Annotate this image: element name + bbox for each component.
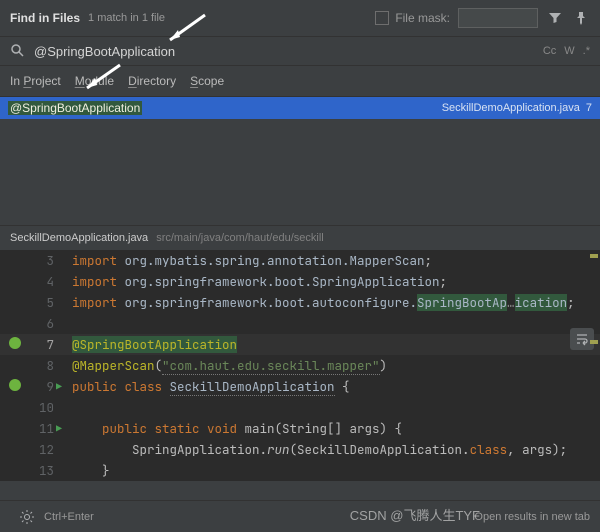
file-mask-checkbox[interactable] [375, 11, 389, 25]
file-mask-input[interactable] [458, 8, 538, 28]
code-preview[interactable]: 3import org.mybatis.spring.annotation.Ma… [0, 250, 600, 481]
result-line: 7 [586, 102, 592, 114]
search-icon [10, 43, 26, 59]
settings-icon[interactable] [18, 508, 36, 526]
line-number: 3 [0, 250, 72, 271]
dialog-title: Find in Files [10, 11, 80, 25]
open-in-find-window[interactable]: Open results in new tab [474, 511, 590, 523]
regex-toggle[interactable]: .* [583, 45, 590, 57]
watermark: CSDN @飞腾人生TYF [350, 505, 480, 524]
line-number: 7 [0, 334, 72, 355]
run-icon[interactable]: ▶ [56, 418, 62, 439]
scope-in-project[interactable]: In Project [10, 74, 61, 88]
scope-directory[interactable]: Directory [128, 74, 176, 88]
result-row[interactable]: @SpringBootApplication SeckillDemoApplic… [0, 97, 600, 119]
keyboard-hint: Ctrl+Enter [44, 511, 94, 523]
scope-module[interactable]: Module [75, 74, 114, 88]
spring-icon [8, 336, 22, 350]
line-number: 12 [0, 439, 72, 460]
results-list: @SpringBootApplication SeckillDemoApplic… [0, 97, 600, 225]
scroll-marker [590, 340, 598, 344]
scope-scope[interactable]: Scope [190, 74, 224, 88]
spring-icon [8, 378, 22, 392]
result-file: SeckillDemoApplication.java [442, 102, 580, 114]
line-number: 5 [0, 292, 72, 313]
preview-file-path: src/main/java/com/haut/edu/seckill [156, 232, 324, 244]
search-input[interactable] [34, 44, 543, 59]
run-icon[interactable]: ▶ [56, 376, 62, 397]
line-number: 10 [0, 397, 72, 418]
filter-icon[interactable] [546, 9, 564, 27]
line-number: 6 [0, 313, 72, 334]
preview-file-name: SeckillDemoApplication.java [10, 232, 148, 244]
line-number: ▶9 [0, 376, 72, 397]
match-count: 1 match in 1 file [88, 12, 165, 24]
line-number: 4 [0, 271, 72, 292]
line-number: 8 [0, 355, 72, 376]
soft-wrap-icon[interactable] [570, 328, 594, 350]
scroll-marker [590, 254, 598, 258]
whole-word-toggle[interactable]: W [564, 45, 574, 57]
line-number: 13 [0, 460, 72, 481]
result-match-text: @SpringBootApplication [8, 101, 142, 115]
file-mask-label: File mask: [395, 11, 450, 25]
line-number: ▶11 [0, 418, 72, 439]
pin-icon[interactable] [572, 9, 590, 27]
match-case-toggle[interactable]: Cc [543, 45, 556, 57]
